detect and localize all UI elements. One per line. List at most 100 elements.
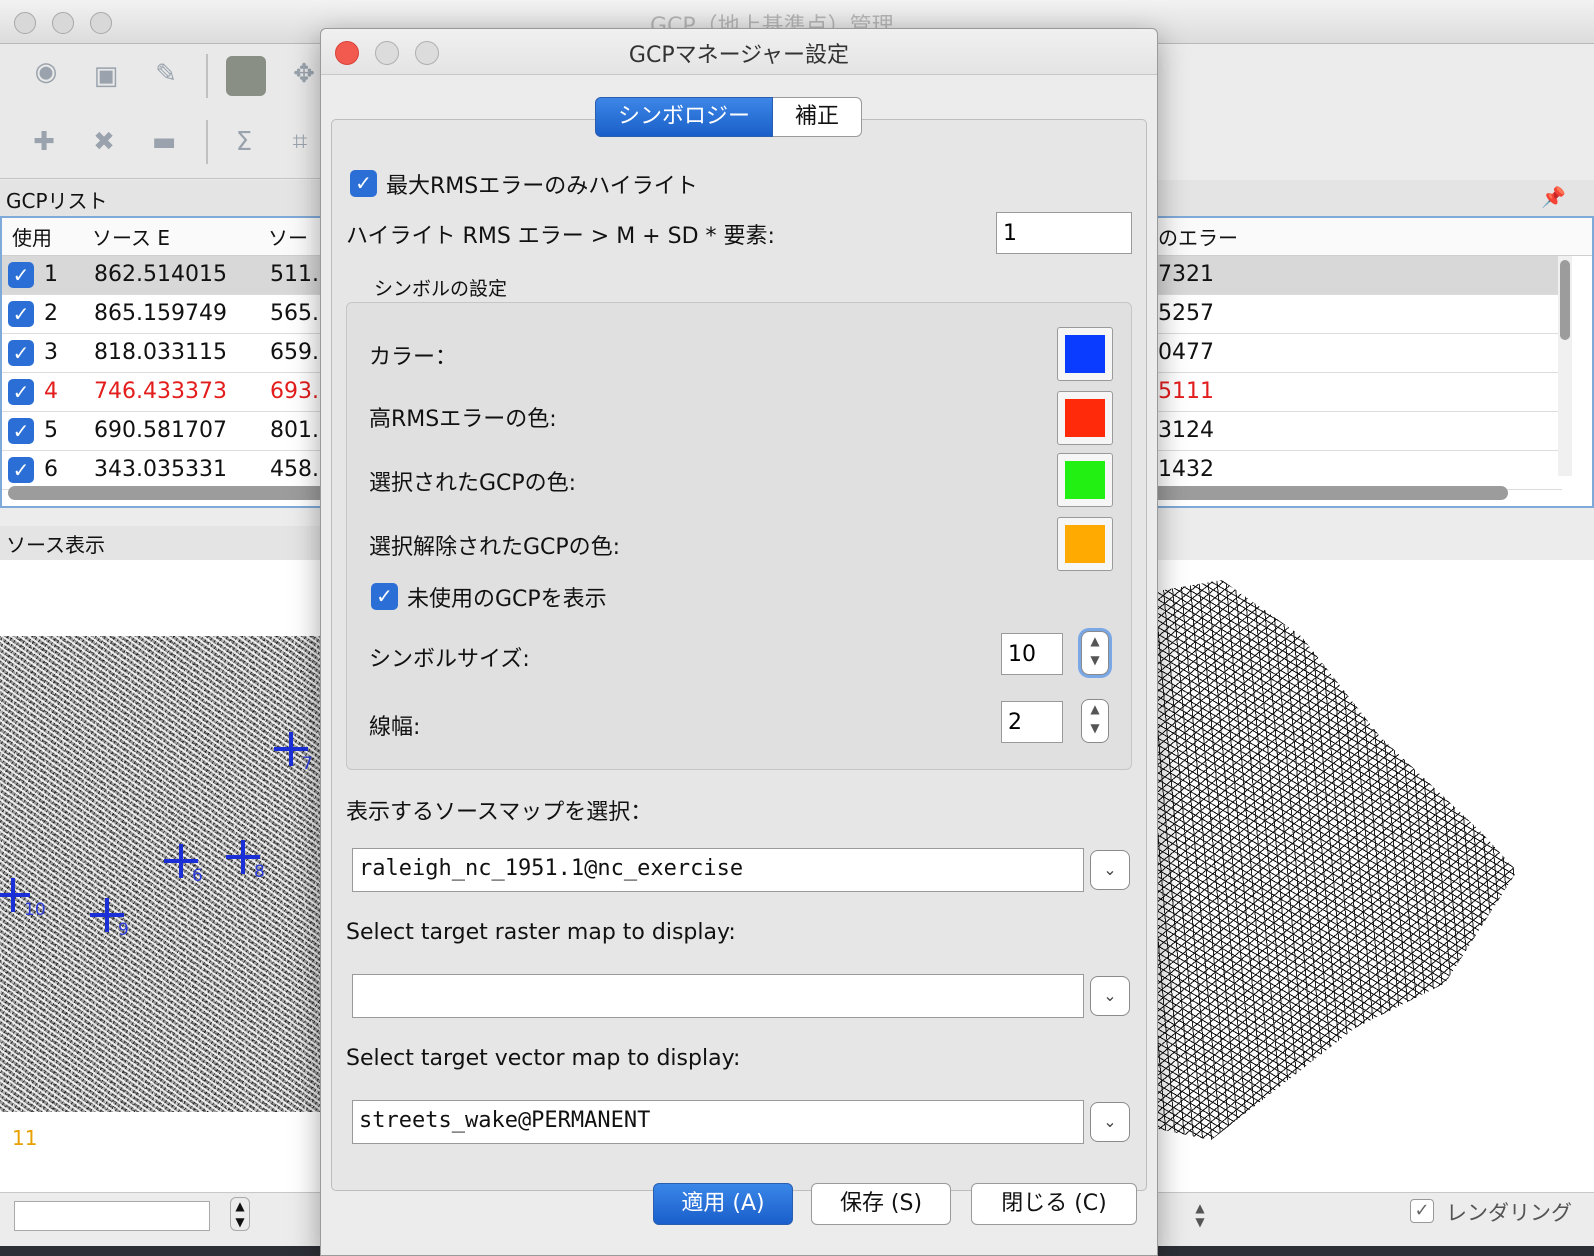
gcp-marker[interactable]: 6 [164, 844, 203, 886]
gcp-marker[interactable]: 8 [226, 840, 265, 882]
color-button[interactable] [1057, 327, 1113, 381]
line-width-input[interactable] [1001, 701, 1063, 743]
source-map-label: 表示するソースマップを選択： [346, 800, 653, 825]
target-raster-label: Select target raster map to display: [346, 920, 736, 945]
highlight-max-rms-checkbox[interactable]: ✓ [350, 170, 377, 197]
source-map-combo[interactable]: raleigh_nc_1951.1@nc_exercise [352, 848, 1084, 892]
target-map-canvas[interactable] [1157, 560, 1594, 1192]
render-checkbox[interactable]: ✓ [1410, 1199, 1434, 1223]
show-unused-gcp-checkbox[interactable]: ✓ [371, 583, 398, 610]
close-window-button[interactable] [14, 12, 36, 34]
source-n-value: 659. [270, 340, 319, 365]
column-header-use[interactable]: 使用 [12, 222, 52, 251]
use-checkbox[interactable]: ✓ [8, 301, 34, 327]
line-width-stepper[interactable]: ▲ ▼ [1081, 699, 1109, 743]
vertical-scrollbar[interactable] [1558, 256, 1572, 476]
use-checkbox[interactable]: ✓ [8, 340, 34, 366]
zoom-to-map-icon[interactable]: ▣ [86, 56, 126, 96]
gcp-marker[interactable]: 10 [0, 878, 46, 920]
gcp-manager-settings-dialog: GCPマネージャー設定 シンボロジー 補正 ✓ 最大RMSエラーのみハイライト … [320, 28, 1158, 1256]
apply-button[interactable]: 適用 (A) [653, 1183, 793, 1225]
chevron-down-icon[interactable]: ⌄ [1090, 1102, 1130, 1142]
column-header-error[interactable]: のエラー [1158, 222, 1238, 251]
rms-icon[interactable]: Σ [224, 122, 264, 162]
gcp-marker[interactable]: 7 [274, 732, 313, 774]
scale-input[interactable] [14, 1201, 210, 1231]
source-e-value: 343.035331 [94, 457, 227, 482]
use-checkbox[interactable]: ✓ [8, 379, 34, 405]
symbol-settings-group: カラー： 高RMSエラーの色: 選択されたGCPの色: 選択解除されたGCPの色… [346, 302, 1132, 770]
gcp-marker-label: 11 [12, 1126, 38, 1150]
error-value: 3124 [1158, 418, 1214, 443]
target-streets-vector [1157, 580, 1517, 1140]
chevron-down-icon[interactable]: ⌄ [1090, 850, 1130, 890]
error-value: 7321 [1158, 262, 1214, 287]
unselected-gcp-color-swatch [1065, 525, 1105, 563]
target-vector-label: Select target vector map to display: [346, 1046, 741, 1071]
eraser-icon[interactable]: ✎ [146, 54, 186, 94]
target-vector-combo[interactable]: streets_wake@PERMANENT [352, 1100, 1084, 1144]
tab-rectification[interactable]: 補正 [773, 97, 863, 137]
column-header-source-n[interactable]: ソー [268, 222, 308, 251]
symbol-size-input[interactable] [1001, 633, 1063, 675]
gcp-number: 3 [44, 340, 58, 365]
use-checkbox[interactable]: ✓ [8, 457, 34, 483]
gcp-list-label: GCPリスト [6, 189, 108, 213]
scale-stepper[interactable]: ▲ ▼ [230, 1197, 250, 1231]
use-checkbox[interactable]: ✓ [8, 262, 34, 288]
tab-symbology[interactable]: シンボロジー [595, 97, 774, 137]
high-rms-color-button[interactable] [1057, 391, 1113, 445]
minimize-window-button[interactable] [52, 12, 74, 34]
highlight-max-rms-label: 最大RMSエラーのみハイライト [386, 174, 698, 199]
map-display-icon[interactable] [226, 56, 266, 96]
color-label: カラー： [369, 345, 458, 370]
symbol-size-stepper[interactable]: ▲ ▼ [1081, 631, 1109, 675]
error-value: 1432 [1158, 457, 1214, 482]
gcp-toolbar: ◉ ▣ ✎ ✥ ✚ ✖ ▬ Σ ⌗ [0, 44, 330, 179]
target-raster-combo[interactable] [352, 974, 1084, 1018]
gcp-number: 4 [44, 379, 58, 404]
dialog-tabs: シンボロジー 補正 [595, 97, 863, 137]
source-e-value: 818.033115 [94, 340, 227, 365]
color-swatch [1065, 335, 1105, 373]
column-header-source-e[interactable]: ソース E [92, 222, 170, 251]
source-n-value: 693. [270, 379, 319, 404]
error-value: 5111 [1158, 379, 1214, 404]
dialog-title: GCPマネージャー設定 [628, 43, 850, 68]
add-gcp-icon[interactable]: ✚ [24, 122, 64, 162]
display-stepper[interactable]: ▲ ▼ [1188, 1201, 1212, 1231]
source-e-value: 865.159749 [94, 301, 227, 326]
gcp-number: 6 [44, 457, 58, 482]
highlight-factor-label: ハイライト RMS エラー > M + SD * 要素: [346, 224, 775, 249]
pin-icon[interactable]: 📌 [1541, 185, 1566, 209]
source-e-value: 746.433373 [94, 379, 227, 404]
show-unused-gcp-label: 未使用のGCPを表示 [407, 587, 607, 612]
selected-gcp-color-swatch [1065, 461, 1105, 499]
gcp-number: 5 [44, 418, 58, 443]
source-map-canvas[interactable]: 7 6 8 10 9 11 [0, 560, 330, 1192]
line-width-label: 線幅: [369, 715, 421, 740]
gcp-number: 1 [44, 262, 58, 287]
zoom-window-button[interactable] [90, 12, 112, 34]
highlight-factor-input[interactable] [996, 212, 1132, 254]
unselected-gcp-color-button[interactable] [1057, 517, 1113, 571]
symbol-size-label: シンボルサイズ: [369, 647, 530, 672]
source-n-value: 511. [270, 262, 319, 287]
chevron-down-icon[interactable]: ⌄ [1090, 976, 1130, 1016]
eye-icon[interactable]: ◉ [26, 52, 66, 92]
symbology-panel: ✓ 最大RMSエラーのみハイライト ハイライト RMS エラー > M + SD… [331, 119, 1147, 1191]
high-rms-color-swatch [1065, 399, 1105, 437]
selected-gcp-color-button[interactable] [1057, 453, 1113, 507]
error-value: 5257 [1158, 301, 1214, 326]
gcp-number: 2 [44, 301, 58, 326]
pan-icon[interactable]: ✥ [284, 54, 324, 94]
render-label: レンダリング [1446, 1201, 1572, 1225]
use-checkbox[interactable]: ✓ [8, 418, 34, 444]
georectify-icon[interactable]: ⌗ [280, 122, 320, 162]
gcp-marker[interactable]: 9 [90, 898, 129, 940]
delete-gcp-icon[interactable]: ✖ [84, 122, 124, 162]
save-button[interactable]: 保存 (S) [811, 1183, 951, 1225]
dialog-titlebar: GCPマネージャー設定 [321, 29, 1157, 75]
clear-gcp-icon[interactable]: ▬ [144, 122, 184, 162]
close-button[interactable]: 閉じる (C) [971, 1183, 1137, 1225]
